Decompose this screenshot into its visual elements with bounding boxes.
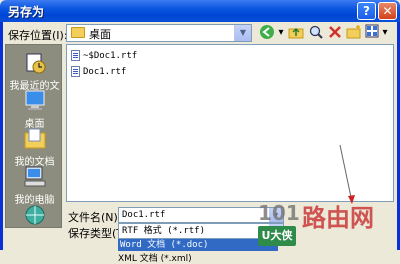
search-web-button[interactable] — [307, 24, 325, 42]
close-button[interactable]: ✕ — [378, 2, 397, 20]
file-item[interactable]: ~$Doc1.rtf — [71, 49, 137, 63]
filetype-value: RTF 格式 (*.rtf) — [122, 226, 206, 236]
watermark-text: 路由网 — [302, 204, 374, 232]
file-item[interactable]: Doc1.rtf — [71, 65, 126, 79]
place-network[interactable] — [6, 203, 63, 229]
document-icon — [71, 66, 80, 77]
place-my-documents[interactable]: 我的文档 — [6, 127, 63, 168]
recent-documents-icon — [22, 51, 48, 75]
new-folder-button[interactable] — [345, 24, 363, 42]
file-name: Doc1.rtf — [83, 67, 127, 77]
save-location-value: 桌面 — [89, 28, 111, 41]
save-location-combo[interactable]: 桌面 ▼ — [66, 24, 252, 42]
help-button[interactable]: ? — [357, 2, 376, 20]
back-button[interactable] — [258, 24, 276, 42]
window-title: 另存为 — [8, 5, 45, 19]
up-folder-button[interactable] — [287, 24, 305, 42]
watermark-badge: U大侠 — [258, 226, 296, 246]
document-icon — [71, 50, 80, 61]
chevron-down-icon[interactable]: ▼ — [234, 25, 251, 41]
watermark-number: 101 — [258, 201, 300, 225]
delete-button[interactable] — [326, 24, 344, 42]
dropdown-option-highlighted[interactable]: Word 文档 (*.doc) — [118, 239, 278, 251]
place-desktop[interactable]: 桌面 — [6, 89, 63, 130]
place-my-computer[interactable]: 我的电脑 — [6, 165, 63, 206]
title-bar: 另存为 ? ✕ — [0, 0, 400, 22]
network-places-icon — [22, 203, 48, 227]
window-border-left — [0, 22, 3, 250]
folder-icon — [71, 27, 85, 38]
views-button[interactable] — [364, 24, 380, 42]
filename-value: Doc1.rtf — [122, 210, 166, 220]
back-dropdown-icon[interactable]: ▾ — [277, 24, 285, 42]
my-documents-icon — [22, 127, 48, 151]
desktop-icon — [22, 89, 48, 113]
dropdown-option-label: Word 文档 (*.doc) — [120, 240, 209, 250]
save-location-label: 保存位置(I): — [8, 29, 68, 42]
dropdown-option-partial[interactable]: XML 文档 (*.xml) — [118, 251, 278, 264]
dropdown-option-partial-label: XML 文档 (*.xml) — [118, 254, 192, 264]
file-name: ~$Doc1.rtf — [83, 51, 138, 61]
my-computer-icon — [22, 165, 48, 189]
places-bar: 我最近的文档 桌面 我的文档 我的电脑 — [5, 44, 62, 228]
views-dropdown-icon[interactable]: ▾ — [381, 24, 389, 42]
filename-label: 文件名(N): — [68, 211, 122, 224]
